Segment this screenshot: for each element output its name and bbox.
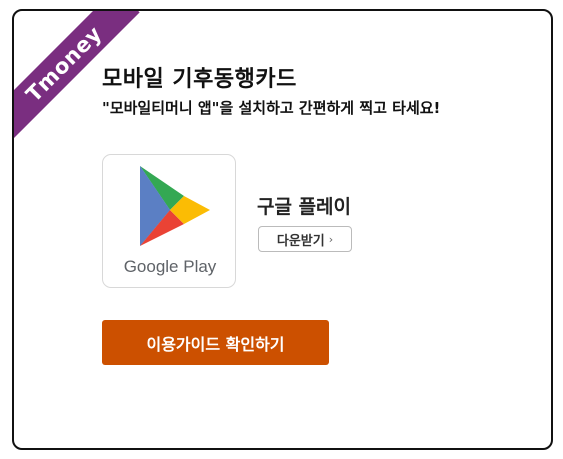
download-button[interactable]: 다운받기 › [258,226,352,252]
google-play-tile[interactable]: Google Play [102,154,236,288]
card: Tmoney 모바일 기후동행카드 "모바일티머니 앱"을 설치하고 간편하게 … [12,9,553,450]
guide-button[interactable]: 이용가이드 확인하기 [102,320,329,365]
download-button-label: 다운받기 [276,233,325,249]
store-name: 구글 플레이 [257,196,352,218]
page-title: 모바일 기후동행카드 [102,67,297,92]
page-subtitle: "모바일티머니 앱"을 설치하고 간편하게 찍고 타세요! [102,99,441,117]
google-play-icon [140,166,210,246]
chevron-right-icon: › [328,232,334,246]
google-play-logo-text: Google Play [123,257,217,276]
